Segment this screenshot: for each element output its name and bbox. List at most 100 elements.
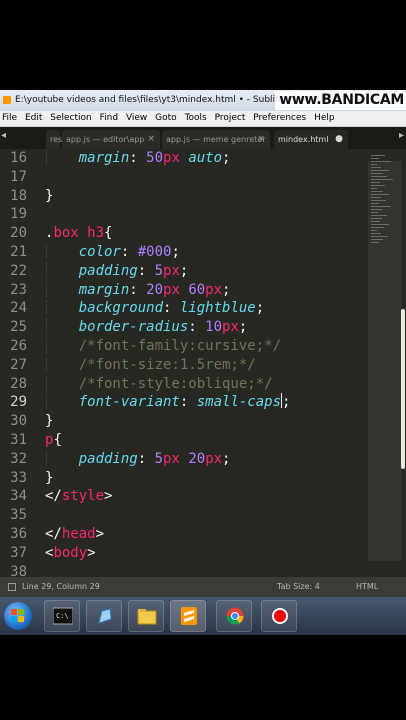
code-line[interactable]: 26 /*font-family:cursive;*/	[0, 337, 368, 356]
line-number: 34	[10, 488, 27, 505]
code-editor[interactable]: 16 margin: 50px auto; 17 18} 19 20 .box h3{21…	[0, 149, 406, 580]
line-number: 37	[10, 544, 27, 561]
vertical-scrollbar[interactable]	[400, 149, 406, 577]
minimap-line	[371, 227, 384, 228]
code-line[interactable]: 23 margin: 20px 60px;	[0, 281, 368, 300]
minimap-line	[371, 179, 393, 180]
code-line[interactable]: 20 .box h3{	[0, 224, 368, 243]
taskbar-explorer[interactable]	[128, 600, 164, 632]
line-number: 32	[10, 450, 27, 467]
tab-scroll-left-icon[interactable]: ◂	[1, 130, 6, 141]
minimap-line	[371, 206, 391, 207]
minimap-line	[371, 197, 381, 198]
start-button[interactable]	[4, 602, 32, 630]
menu-tools[interactable]: Tools	[185, 113, 207, 123]
menu-preferences[interactable]: Preferences	[253, 113, 306, 123]
minimap-line	[371, 239, 383, 240]
scrollbar-thumb[interactable]	[401, 309, 405, 469]
line-number: 22	[10, 262, 27, 279]
minimap-line	[371, 233, 381, 234]
code-text: }	[45, 187, 54, 204]
code-line[interactable]: 27 /*font-size:1.5rem;*/	[0, 356, 368, 375]
minimap-line	[371, 221, 380, 222]
status-bar: Line 29, Column 29 Tab Size: 4 HTML	[0, 577, 406, 597]
minimap-line	[371, 164, 377, 165]
menu-find[interactable]: Find	[100, 113, 118, 123]
line-number: 17	[10, 168, 27, 185]
code-text: /*font-size:1.5rem;*/	[78, 356, 256, 373]
menu-bar: File Edit Selection Find View Goto Tools…	[0, 111, 406, 127]
minimap-line	[371, 203, 379, 204]
taskbar-sublime[interactable]	[170, 600, 206, 632]
tab-app-js-meme[interactable]: app.js — meme genretor ×	[162, 130, 270, 149]
tab-res[interactable]: res	[46, 130, 62, 149]
sublime-icon	[181, 607, 197, 625]
menu-goto[interactable]: Goto	[155, 113, 177, 123]
code-line[interactable]: 18}	[0, 187, 368, 206]
code-line[interactable]: 16 margin: 50px auto;	[0, 149, 368, 168]
menu-selection[interactable]: Selection	[50, 113, 91, 123]
tab-mindex-html[interactable]: mindex.html ●	[274, 130, 348, 149]
line-number: 28	[10, 375, 27, 392]
minimap-line	[371, 209, 383, 210]
menu-view[interactable]: View	[126, 113, 147, 123]
code-text: background: lightblue;	[78, 300, 265, 317]
code-text: padding: 5px;	[78, 262, 189, 279]
code-line[interactable]: 17	[0, 168, 368, 187]
code-text: padding: 5px 20px;	[78, 450, 231, 467]
cmd-icon: C:\	[53, 607, 73, 625]
code-line[interactable]: 36 </head>	[0, 525, 368, 544]
code-line[interactable]: 29 font-variant: small-caps;	[0, 393, 368, 412]
tab-size[interactable]: Tab Size: 4	[277, 577, 320, 597]
menu-edit[interactable]: Edit	[25, 113, 42, 123]
code-line[interactable]: 25 border-radius: 10px;	[0, 318, 368, 337]
line-number: 18	[10, 187, 27, 204]
code-line[interactable]: 34 </style>	[0, 487, 368, 506]
close-tab-icon[interactable]: ×	[257, 130, 265, 149]
syntax-mode[interactable]: HTML	[356, 577, 378, 597]
dirty-indicator-icon[interactable]: ●	[335, 130, 343, 149]
minimap-line	[371, 176, 387, 177]
minimap-line	[371, 170, 389, 171]
cursor-position: Line 29, Column 29	[22, 582, 100, 591]
code-text: }	[45, 469, 54, 486]
code-line[interactable]: 22 padding: 5px;	[0, 262, 368, 281]
code-line[interactable]: 30}	[0, 412, 368, 431]
tab-scroll-right-icon[interactable]: ▸	[399, 130, 404, 141]
tab-app-js-editor[interactable]: app.js — editor\app ×	[62, 130, 160, 149]
taskbar-pen[interactable]	[86, 600, 122, 632]
minimap-line	[371, 230, 377, 231]
code-line[interactable]: 33}	[0, 469, 368, 488]
menu-file[interactable]: File	[2, 113, 17, 123]
code-text: <body>	[45, 544, 96, 561]
line-number: 36	[10, 526, 27, 542]
code-line[interactable]: 24 background: lightblue;	[0, 299, 368, 318]
taskbar-chrome[interactable]	[216, 600, 252, 632]
line-number: 20	[10, 225, 27, 242]
code-line[interactable]: 31 p{	[0, 431, 368, 450]
panel-toggle-icon[interactable]	[8, 583, 16, 591]
taskbar-bandicam[interactable]	[261, 600, 297, 632]
code-line[interactable]: 19	[0, 205, 368, 224]
taskbar-cmd[interactable]: C:\	[44, 600, 80, 632]
line-number: 30	[10, 413, 27, 430]
minimap-line	[371, 155, 385, 156]
close-tab-icon[interactable]: ×	[147, 130, 155, 149]
minimap-line	[371, 200, 386, 201]
code-text: margin: 50px auto;	[78, 150, 231, 166]
code-line[interactable]: 32 padding: 5px 20px;	[0, 450, 368, 469]
code-line[interactable]: 37 <body>	[0, 544, 368, 563]
code-line[interactable]: 35	[0, 506, 368, 525]
menu-project[interactable]: Project	[215, 113, 246, 123]
menu-help[interactable]: Help	[314, 113, 335, 123]
sublime-app-icon	[3, 95, 11, 104]
line-number: 21	[10, 244, 27, 260]
minimap-line	[371, 224, 389, 225]
code-text: }	[45, 413, 54, 430]
code-text: </style>	[45, 488, 113, 505]
minimap-line	[371, 236, 388, 237]
code-line[interactable]: 28 /*font-style:oblique;*/	[0, 375, 368, 394]
code-line[interactable]: 21 color: #000;	[0, 243, 368, 262]
minimap-line	[371, 167, 381, 168]
minimap-line	[371, 158, 379, 159]
